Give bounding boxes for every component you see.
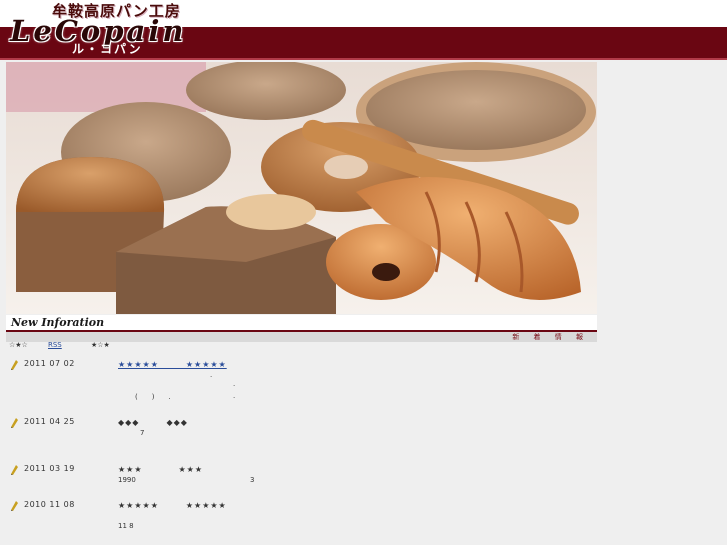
hero-bread-image xyxy=(6,62,597,314)
header-band-underline xyxy=(0,58,727,60)
entry-text: 3 xyxy=(250,476,255,484)
entry-title-link[interactable]: ★★★★★ ★★★★★ xyxy=(118,359,227,370)
entry-date: 2011 04 25 xyxy=(24,417,75,426)
entry-text: . xyxy=(233,380,236,388)
entry-text: . xyxy=(233,392,236,400)
entry-title: ◆◆◆ ◆◆◆ xyxy=(118,418,188,427)
entry-text: ( ) . xyxy=(135,393,171,401)
entry-date: 2010 11 08 xyxy=(24,500,75,509)
entry-title: ★★★ ★★★ xyxy=(118,465,204,474)
news-title: New Inforation xyxy=(11,316,105,329)
header-katakana-name: ル・コパン xyxy=(72,42,143,56)
entry-date: 2011 07 02 xyxy=(24,359,75,368)
pencil-icon xyxy=(11,360,18,370)
entry-title: ★★★★★ ★★★★★ xyxy=(118,501,227,510)
pencil-icon xyxy=(11,465,18,475)
rss-link[interactable]: RSS xyxy=(48,341,62,349)
entry-date: 2011 03 19 xyxy=(24,464,75,473)
pencil-icon xyxy=(11,418,18,428)
entry-text: 11 8 xyxy=(118,522,134,530)
entry-text: . xyxy=(210,371,213,379)
pencil-icon xyxy=(11,501,18,511)
meta-stars-right: ★☆★ xyxy=(91,341,110,349)
entry-text: 7 xyxy=(140,429,145,437)
meta-stars-left: ☆★☆ xyxy=(9,341,28,349)
bread-illustration xyxy=(6,62,597,314)
news-bar-label: 新 着 情 報 xyxy=(512,333,589,341)
entry-text: 1990 xyxy=(118,476,136,484)
